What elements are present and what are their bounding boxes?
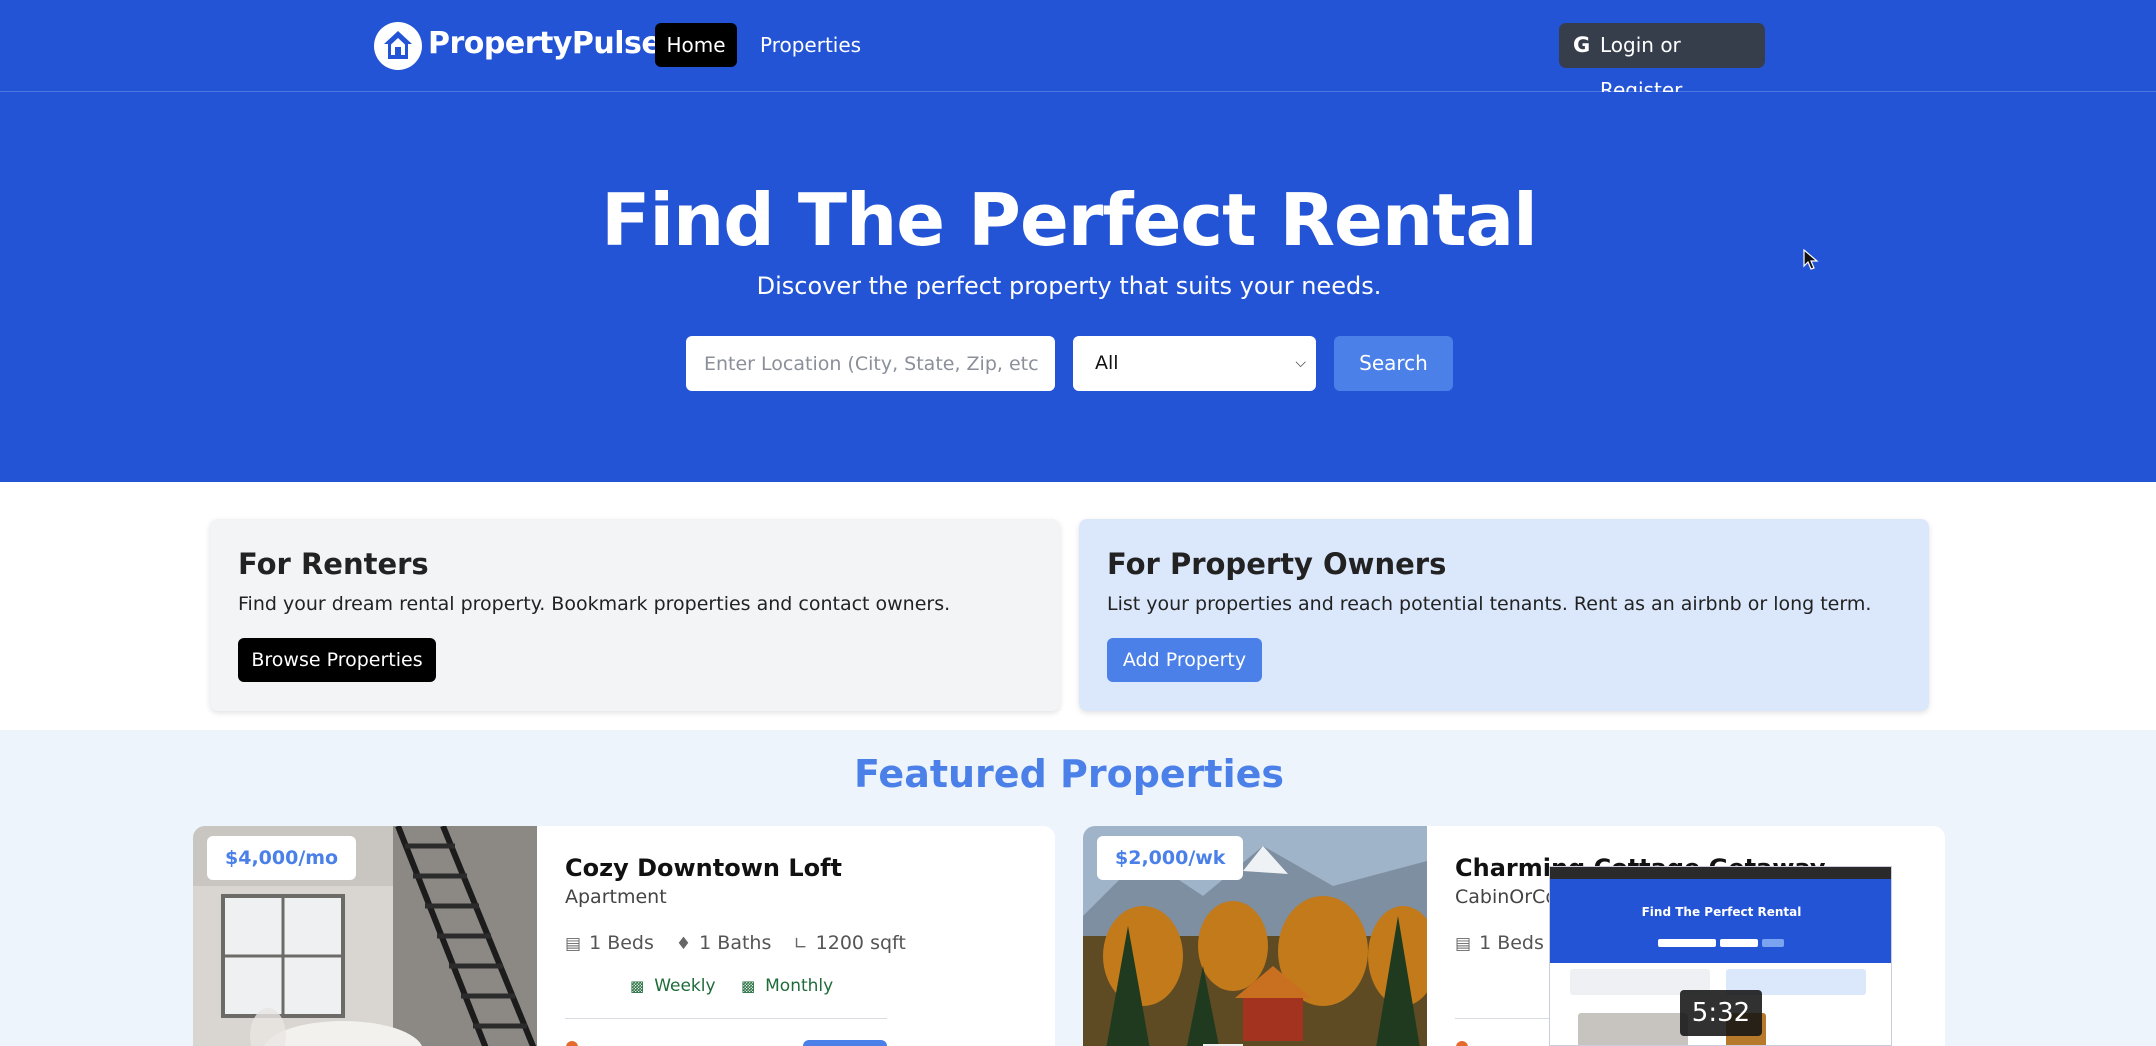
video-thumb-title: Find The Perfect Rental <box>1641 905 1802 919</box>
rate-weekly: Weekly <box>654 976 716 996</box>
property-type: CabinOrCo <box>1455 886 1557 908</box>
video-thumb-button <box>1762 939 1784 947</box>
sqft-value: 1200 sqft <box>815 932 906 954</box>
hero-subtitle: Discover the perfect property that suits… <box>756 272 1382 300</box>
money-icon: ▩ <box>630 977 645 995</box>
video-duration-badge: 5:32 <box>1680 990 1762 1036</box>
owners-card-text: List your properties and reach potential… <box>1107 593 1872 615</box>
property-image[interactable]: $2,000/wk <box>1083 826 1427 1046</box>
price-badge: $4,000/mo <box>207 836 357 880</box>
brand-name[interactable]: PropertyPulse <box>428 26 662 61</box>
property-type: Apartment <box>565 886 667 908</box>
location-search-input[interactable] <box>686 336 1055 391</box>
bed-icon: ▤ <box>1455 934 1472 954</box>
money-icon: ▩ <box>740 977 756 995</box>
video-thumb-image <box>1578 1013 1688 1045</box>
owners-card-title: For Property Owners <box>1107 547 1447 581</box>
featured-properties-heading: Featured Properties <box>854 752 1284 796</box>
property-type-select[interactable]: All ⌵ <box>1073 336 1316 391</box>
nav-link-home[interactable]: Home <box>655 23 737 67</box>
logo-house-icon[interactable] <box>374 22 422 70</box>
details-button[interactable] <box>803 1040 887 1046</box>
video-thumb-input <box>1658 939 1716 947</box>
price-badge: $2,000/wk <box>1097 836 1244 880</box>
property-type-value: All <box>1095 352 1119 374</box>
video-thumb-hero: Find The Perfect Rental <box>1550 879 1891 963</box>
hero-section: Find The Perfect Rental Discover the per… <box>0 92 2156 482</box>
info-section: For Renters Find your dream rental prope… <box>0 482 2156 730</box>
rate-monthly: Monthly <box>765 976 834 996</box>
card-divider <box>565 1018 887 1019</box>
mouse-cursor-icon <box>1803 248 1819 275</box>
rate-types: ▩ Weekly ▩ Monthly <box>630 976 853 996</box>
renters-card: For Renters Find your dream rental prope… <box>210 519 1060 711</box>
video-thumb-select <box>1720 939 1758 947</box>
location-pin-icon <box>566 1041 578 1046</box>
property-image[interactable]: $4,000/mo <box>193 826 537 1046</box>
property-name[interactable]: Cozy Downtown Loft <box>565 854 842 882</box>
video-thumb-toolbar <box>1550 867 1891 879</box>
chevron-down-icon: ⌵ <box>1295 355 1306 371</box>
search-button[interactable]: Search <box>1334 336 1453 391</box>
beds-count: 1 Beds <box>1479 932 1544 954</box>
baths-count: 1 Baths <box>699 932 772 954</box>
property-specs: ▤ 1 Beds ♦ 1 Baths ∟ 1200 sqft <box>565 932 922 954</box>
ruler-icon: ∟ <box>793 934 808 954</box>
nav-link-properties[interactable]: Properties <box>760 23 861 67</box>
bath-icon: ♦ <box>675 934 692 954</box>
navbar: PropertyPulse Home Properties G Login or… <box>0 0 2156 102</box>
google-icon: G <box>1573 33 1591 57</box>
property-specs: ▤ 1 Beds <box>1455 932 1560 954</box>
beds-count: 1 Beds <box>589 932 654 954</box>
renters-card-title: For Renters <box>238 547 429 581</box>
login-register-button[interactable]: G Login or Register <box>1559 23 1765 102</box>
add-property-button[interactable]: Add Property <box>1107 638 1262 682</box>
owners-card: For Property Owners List your properties… <box>1079 519 1929 711</box>
property-card[interactable]: $4,000/mo Cozy Downtown Loft Apartment ▤… <box>193 826 1055 1046</box>
bed-icon: ▤ <box>565 934 582 954</box>
browse-properties-button[interactable]: Browse Properties <box>238 638 436 682</box>
location-pin-icon <box>1456 1041 1468 1046</box>
renters-card-text: Find your dream rental property. Bookmar… <box>238 593 951 615</box>
